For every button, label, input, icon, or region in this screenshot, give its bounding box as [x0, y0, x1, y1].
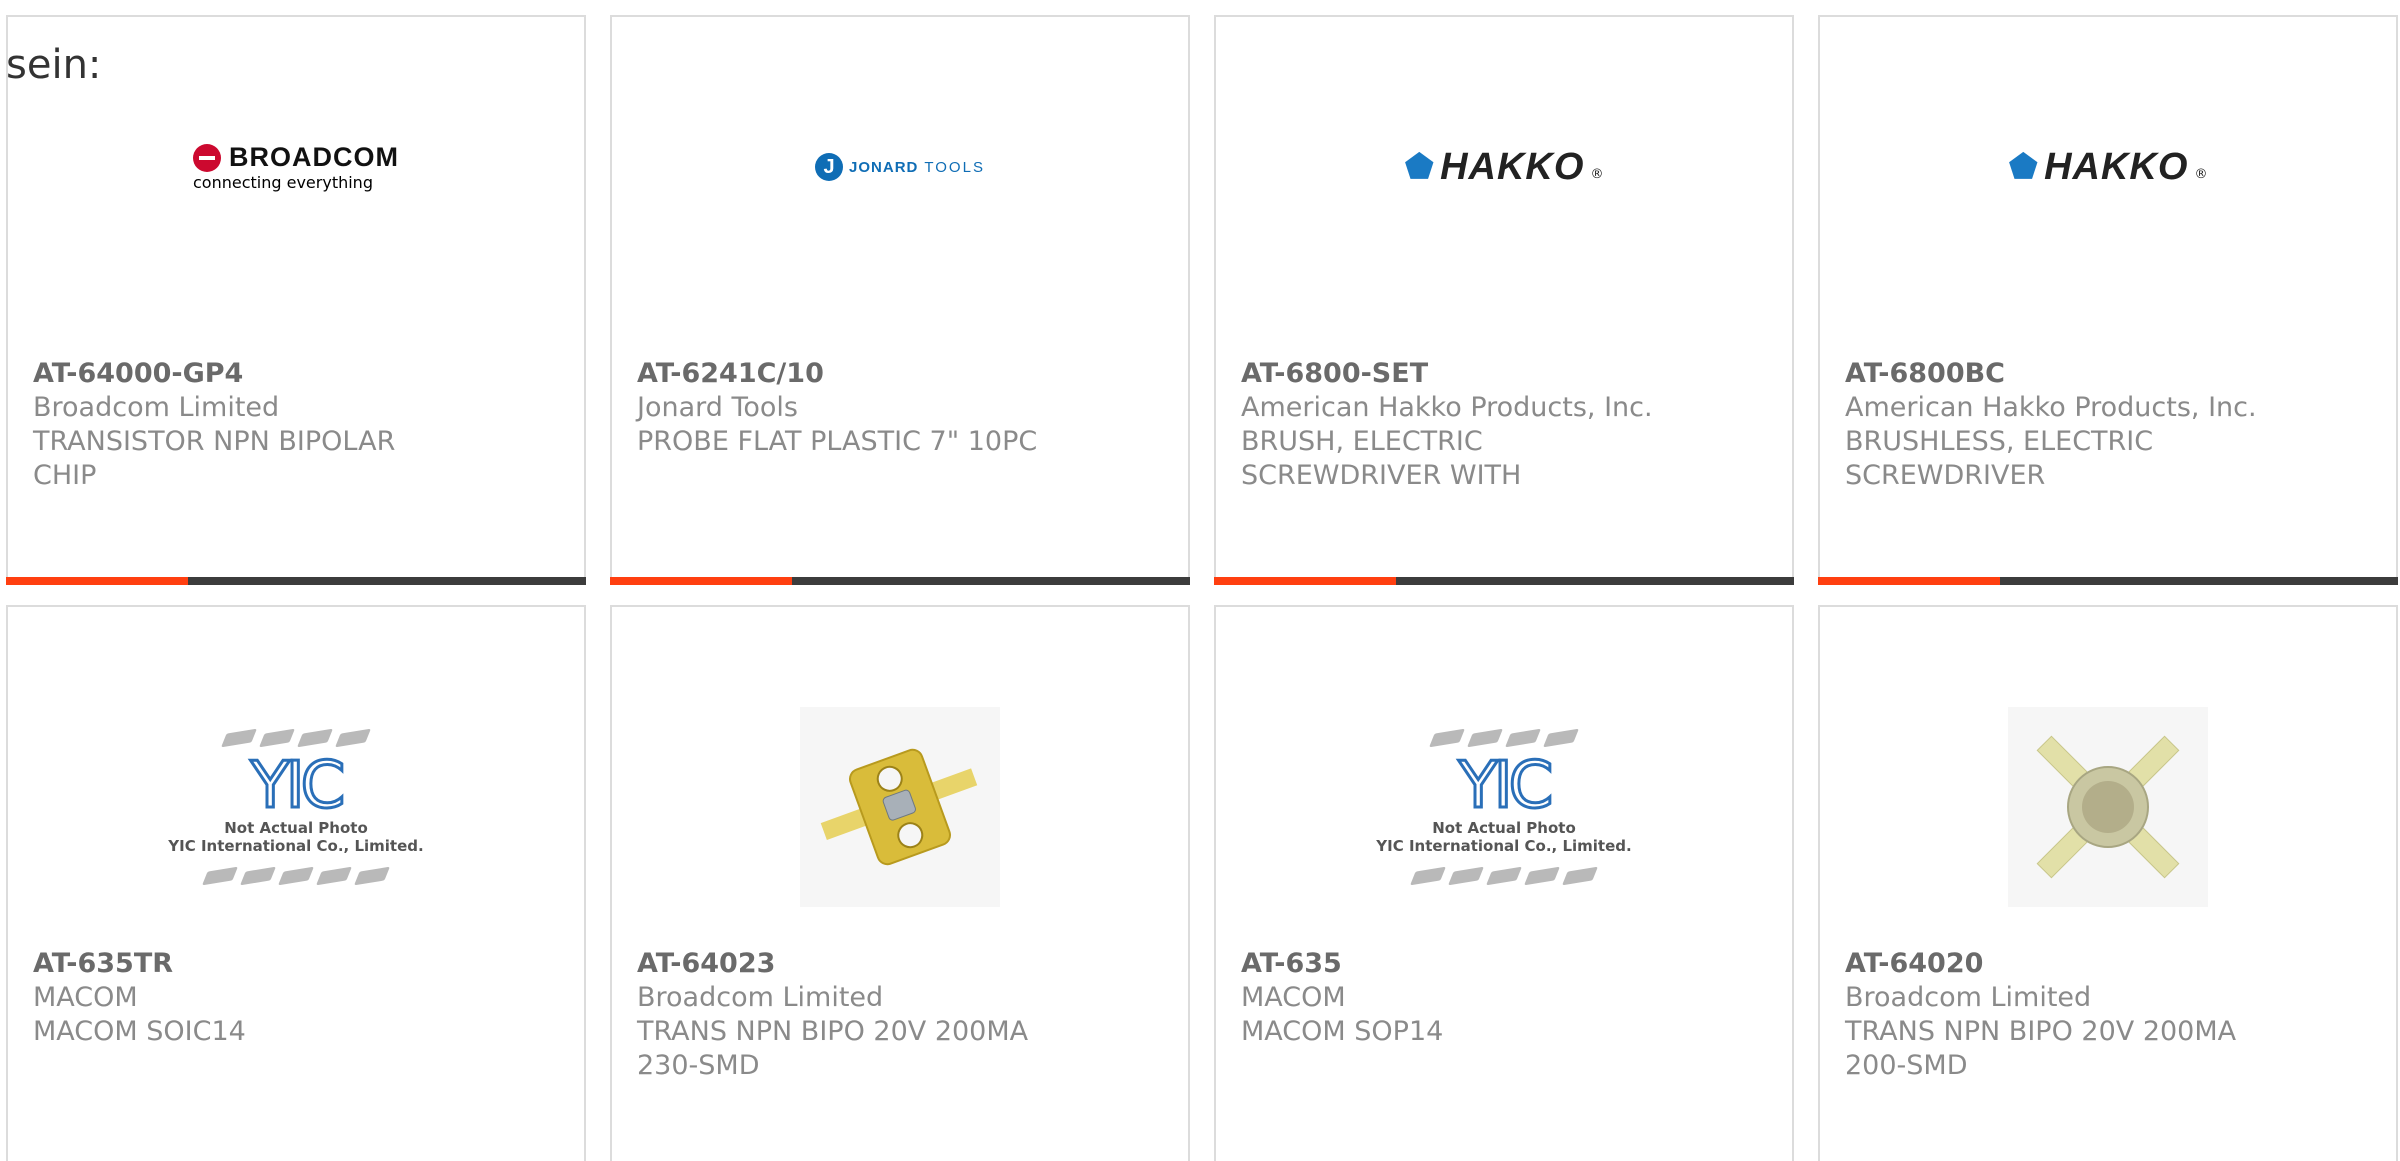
yic-placeholder-image: YIC Not Actual Photo YIC International C… — [8, 667, 584, 947]
product-description: TRANS NPN BIPO 20V 200MA 200-SMD — [1845, 1016, 2237, 1081]
transistor-cross-photo — [1820, 667, 2396, 947]
manufacturer: Broadcom Limited — [33, 392, 280, 423]
manufacturer: Broadcom Limited — [1845, 982, 2092, 1013]
pentagon-icon: ⬟ — [1404, 147, 1435, 187]
broadcom-logo: BROADCOM connecting everything — [193, 142, 399, 192]
part-number-link[interactable]: AT-635TR — [33, 947, 564, 981]
part-number-link[interactable]: AT-6800BC — [1845, 357, 2376, 391]
hakko-logo: ⬟ HAKKO ® — [1404, 145, 1604, 188]
section-heading: sein: — [6, 42, 102, 88]
transistor-cross-image — [2008, 707, 2208, 907]
product-card[interactable]: AT-64020 Broadcom Limited TRANS NPN BIPO… — [1818, 605, 2398, 1161]
product-card[interactable]: YIC Not Actual Photo YIC International C… — [1214, 605, 1794, 1161]
product-card[interactable]: ⬟ HAKKO ® AT-6800-SET American Hakko Pro… — [1214, 15, 1794, 585]
card-bottom-bar — [1818, 577, 2398, 585]
manufacturer: Jonard Tools — [637, 392, 798, 423]
card-bottom-bar — [6, 577, 586, 585]
yic-placeholder-image: YIC Not Actual Photo YIC International C… — [1216, 667, 1792, 947]
manufacturer: MACOM — [33, 982, 138, 1013]
broadcom-pulse-icon — [193, 143, 221, 172]
transistor-flange-image — [800, 707, 1000, 907]
jonard-tools-logo: J JONARD TOOLS — [612, 107, 1188, 227]
product-description: MACOM SOP14 — [1241, 1016, 1444, 1047]
product-description: PROBE FLAT PLASTIC 7" 10PC — [637, 426, 1038, 457]
product-card[interactable]: BROADCOM connecting everything AT-64000-… — [6, 15, 586, 585]
product-card[interactable]: ⬟ HAKKO ® AT-6800BC American Hakko Produ… — [1818, 15, 2398, 585]
part-number-link[interactable]: AT-64023 — [637, 947, 1168, 981]
manufacturer: MACOM — [1241, 982, 1346, 1013]
product-description: TRANSISTOR NPN BIPOLAR CHIP — [33, 426, 396, 491]
manufacturer: American Hakko Products, Inc. — [1845, 392, 2257, 423]
manufacturer: American Hakko Products, Inc. — [1241, 392, 1653, 423]
part-number-link[interactable]: AT-6800-SET — [1241, 357, 1772, 391]
hakko-logo: ⬟ HAKKO ® — [2008, 145, 2208, 188]
part-number-link[interactable]: AT-6241C/10 — [637, 357, 1168, 391]
pentagon-icon: ⬟ — [2008, 147, 2039, 187]
card-bottom-bar — [1214, 577, 1794, 585]
product-description: TRANS NPN BIPO 20V 200MA 230-SMD — [637, 1016, 1029, 1081]
product-description: BRUSH, ELECTRIC SCREWDRIVER WITH — [1241, 426, 1522, 491]
transistor-flange-photo — [612, 667, 1188, 947]
part-number-link[interactable]: AT-64000-GP4 — [33, 357, 564, 391]
manufacturer: Broadcom Limited — [637, 982, 884, 1013]
product-description: BRUSHLESS, ELECTRIC SCREWDRIVER — [1845, 426, 2154, 491]
card-bottom-bar — [610, 577, 1190, 585]
product-card[interactable]: AT-64023 Broadcom Limited TRANS NPN BIPO… — [610, 605, 1190, 1161]
product-card[interactable]: J JONARD TOOLS AT-6241C/10 Jonard Tools … — [610, 15, 1190, 585]
product-description: MACOM SOIC14 — [33, 1016, 246, 1047]
product-card[interactable]: YIC Not Actual Photo YIC International C… — [6, 605, 586, 1161]
part-number-link[interactable]: AT-64020 — [1845, 947, 2376, 981]
part-number-link[interactable]: AT-635 — [1241, 947, 1772, 981]
